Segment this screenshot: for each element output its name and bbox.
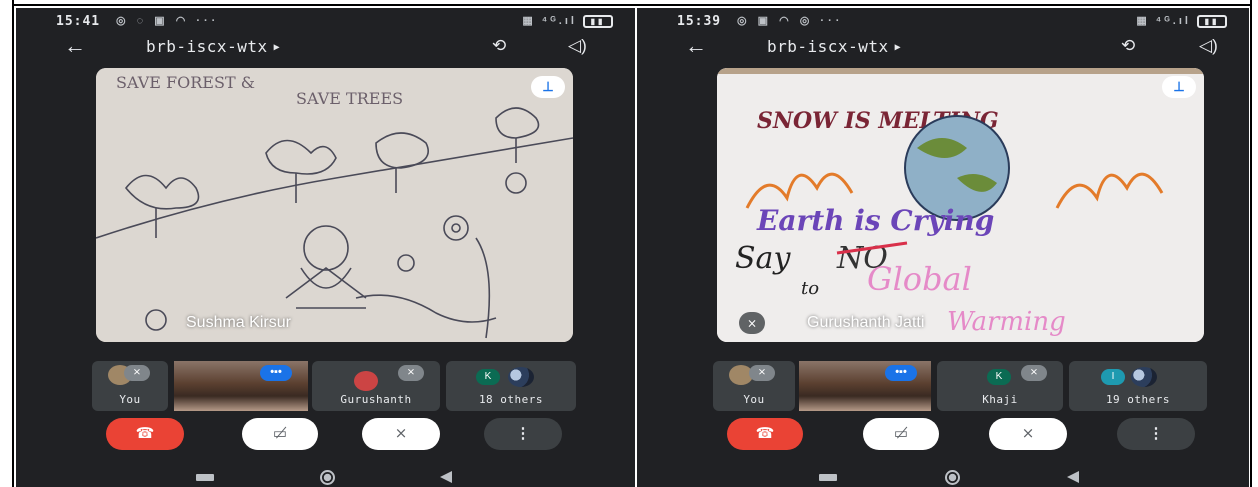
tile-label: Khaji [982,393,1018,406]
camera-off-icon[interactable]: ▭̸ [863,418,939,450]
audio-level-icon: •▪• [885,365,917,381]
end-call-icon[interactable]: ☎ [106,418,184,450]
avatar [354,371,378,391]
camera-flip-icon[interactable]: ⟲ [492,36,506,56]
camera-off-icon[interactable]: ▭̸ [242,418,318,450]
avatar: K [476,369,500,385]
call-controls: ☎ ▭̸ ⨯ ⋮ [727,418,1197,450]
speaker-icon[interactable]: ◁) [568,36,587,56]
tile-self-video[interactable]: •▪• [799,361,931,411]
call-controls: ☎ ▭̸ ⨯ ⋮ [106,418,576,450]
speaker-icon[interactable]: ◁) [1199,36,1218,56]
back-nav-icon[interactable] [440,471,452,483]
tile-self-video[interactable]: •▪• [174,361,308,411]
participants-strip: ⨯ You •▪• K ⨯ Khaji I 19 others [713,361,1207,411]
caret-right-icon: ▶ [273,42,281,53]
frame-border-right [1250,0,1258,487]
app-bar: ← brb-iscx-wtx ▶ ⟲ ◁) [637,34,1249,60]
meeting-code[interactable]: brb-iscx-wtx ▶ [767,37,901,56]
phone-screen-1: 15:41 ◎ ◌ ▣ ◠ ··· ▦ ⁴ᴳ.ıl ▮▮ ← brb-iscx-… [16,8,635,487]
android-nav-bar [16,470,635,487]
battery-icon: ▮▮ [1197,14,1227,28]
mic-off-icon: ⨯ [124,365,150,381]
more-vert-icon[interactable]: ⋮ [484,418,562,450]
signal-icons: ▦ ⁴ᴳ.ıl ▮▮ [1136,14,1227,28]
tile-label: You [743,393,765,406]
frame-border-left [0,0,14,487]
main-tile-name: Gurushanth Jatti [807,314,925,331]
drawing-line-7: Warming [947,307,1066,337]
drawing-line-6: Global [867,260,972,298]
tile-label: You [119,393,141,406]
pin-icon[interactable]: ⊥ [1162,76,1196,98]
tile-label: 18 others [478,393,544,406]
more-vert-icon[interactable]: ⋮ [1117,418,1195,450]
recents-icon[interactable] [819,474,837,481]
home-icon[interactable] [320,470,335,485]
tile-label: Gurushanth [340,393,412,406]
tile-others[interactable]: I 19 others [1069,361,1207,411]
participants-strip: ⨯ You •▪• ⨯ Gurushanth K 18 others [92,361,576,411]
signal-icons: ▦ ⁴ᴳ.ıl ▮▮ [522,14,613,28]
drawing-save-trees: SAVE FOREST & SAVE TREES [96,68,573,342]
battery-icon: ▮▮ [583,14,613,28]
meeting-code-text: brb-iscx-wtx [146,37,268,56]
caret-right-icon: ▶ [894,42,902,53]
avatar: I [1101,369,1125,385]
mic-off-icon[interactable]: ⨯ [362,418,440,450]
phone-screen-2: 15:39 ◎ ▣ ◠ ◎ ··· ▦ ⁴ᴳ.ıl ▮▮ ← brb-iscx-… [637,8,1249,487]
back-nav-icon[interactable] [1067,471,1079,483]
frame-border-top [0,0,1258,6]
drawing-global-warming: SNOW IS MELTING Earth is Crying Say NO t… [717,68,1204,342]
tile-you[interactable]: ⨯ You [713,361,795,411]
mic-off-icon: ⨯ [749,365,775,381]
notification-icons: ◎ ◌ ▣ ◠ ··· [116,15,220,27]
avatar: K [987,369,1011,385]
arrow-left-icon[interactable]: ← [64,34,86,58]
status-bar: 15:41 ◎ ◌ ▣ ◠ ··· ▦ ⁴ᴳ.ıl ▮▮ [16,10,635,32]
meeting-code-text: brb-iscx-wtx [767,37,889,56]
tile-you[interactable]: ⨯ You [92,361,168,411]
arrow-left-icon[interactable]: ← [685,34,707,58]
mic-off-icon: ⨯ [1021,365,1047,381]
android-nav-bar [637,470,1249,487]
tile-khaji[interactable]: K ⨯ Khaji [937,361,1063,411]
pin-icon[interactable]: ⊥ [531,76,565,98]
tile-label: 19 others [1105,393,1171,406]
avatar-butterfly [1131,367,1157,387]
mic-off-icon: ⨯ [739,312,765,334]
main-video-tile[interactable]: SAVE FOREST & SAVE TREES ⊥ Sushma Kirsur [96,68,573,342]
drawing-line-1: SAVE FOREST & [116,73,255,92]
status-bar: 15:39 ◎ ▣ ◠ ◎ ··· ▦ ⁴ᴳ.ıl ▮▮ [637,10,1249,32]
drawing-line-3: Say [735,241,791,276]
meeting-code[interactable]: brb-iscx-wtx ▶ [146,37,280,56]
drawing-line-2: Earth is Crying [756,204,994,237]
home-icon[interactable] [945,470,960,485]
avatar-butterfly [508,367,534,387]
recents-icon[interactable] [196,474,214,481]
app-bar: ← brb-iscx-wtx ▶ ⟲ ◁) [16,34,635,60]
mic-off-icon[interactable]: ⨯ [989,418,1067,450]
drawing-line-2: SAVE TREES [296,89,403,108]
audio-level-icon: •▪• [260,365,292,381]
notification-icons: ◎ ▣ ◠ ◎ ··· [737,15,844,27]
camera-flip-icon[interactable]: ⟲ [1121,36,1135,56]
main-tile-name: Sushma Kirsur [186,314,291,331]
status-time: 15:41 [56,14,101,29]
main-video-tile[interactable]: SNOW IS MELTING Earth is Crying Say NO t… [717,68,1204,342]
end-call-icon[interactable]: ☎ [727,418,803,450]
drawing-line-5: to [801,278,819,299]
tile-others[interactable]: K 18 others [446,361,576,411]
status-time: 15:39 [677,14,722,29]
mic-off-icon: ⨯ [398,365,424,381]
tile-gurushanth[interactable]: ⨯ Gurushanth [312,361,440,411]
